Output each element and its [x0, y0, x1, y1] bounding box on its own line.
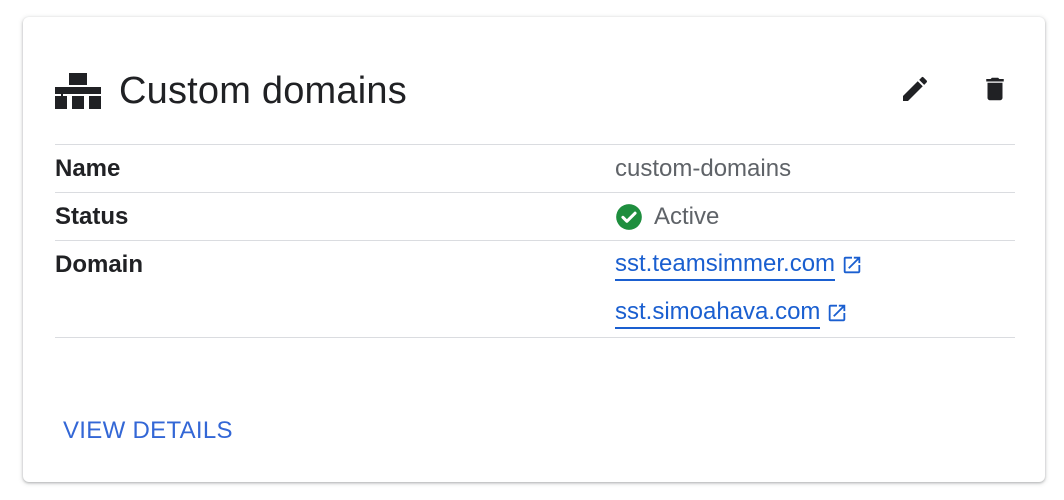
card-title: Custom domains [119, 69, 407, 112]
sitemap-icon [55, 73, 101, 109]
status-value-cell: Active [615, 193, 1015, 240]
open-in-new-icon[interactable] [841, 254, 863, 276]
domain-link-item: sst.teamsimmer.com [615, 241, 1015, 289]
card-header: Custom domains [55, 65, 1015, 117]
card-actions [895, 71, 1015, 111]
domain-link-teamsimmer[interactable]: sst.teamsimmer.com [615, 250, 836, 281]
edit-button[interactable] [895, 71, 935, 111]
table-row-status: Status Active [55, 193, 1015, 241]
table-row-domain: Domain sst.teamsimmer.com sst.simoahava.… [55, 241, 1015, 338]
status-value: Active [654, 203, 720, 230]
view-details-button[interactable]: VIEW DETAILS [63, 417, 233, 445]
delete-button[interactable] [975, 71, 1015, 111]
status-label: Status [55, 203, 129, 230]
custom-domains-card: Custom domains Name custom-domains Statu… [23, 17, 1045, 482]
domain-link-item: sst.simoahava.com [615, 289, 1015, 337]
domain-label: Domain [55, 251, 144, 278]
check-circle-icon [615, 203, 643, 231]
name-value: custom-domains [615, 155, 792, 182]
pencil-icon [899, 73, 931, 110]
domain-links: sst.teamsimmer.com sst.simoahava.com [615, 241, 1015, 337]
trash-icon [980, 73, 1010, 110]
name-label: Name [55, 155, 121, 182]
domain-link-simoahava[interactable]: sst.simoahava.com [615, 298, 821, 329]
details-table: Name custom-domains Status Active Domain… [55, 144, 1015, 338]
open-in-new-icon[interactable] [826, 302, 848, 324]
table-row-name: Name custom-domains [55, 145, 1015, 193]
